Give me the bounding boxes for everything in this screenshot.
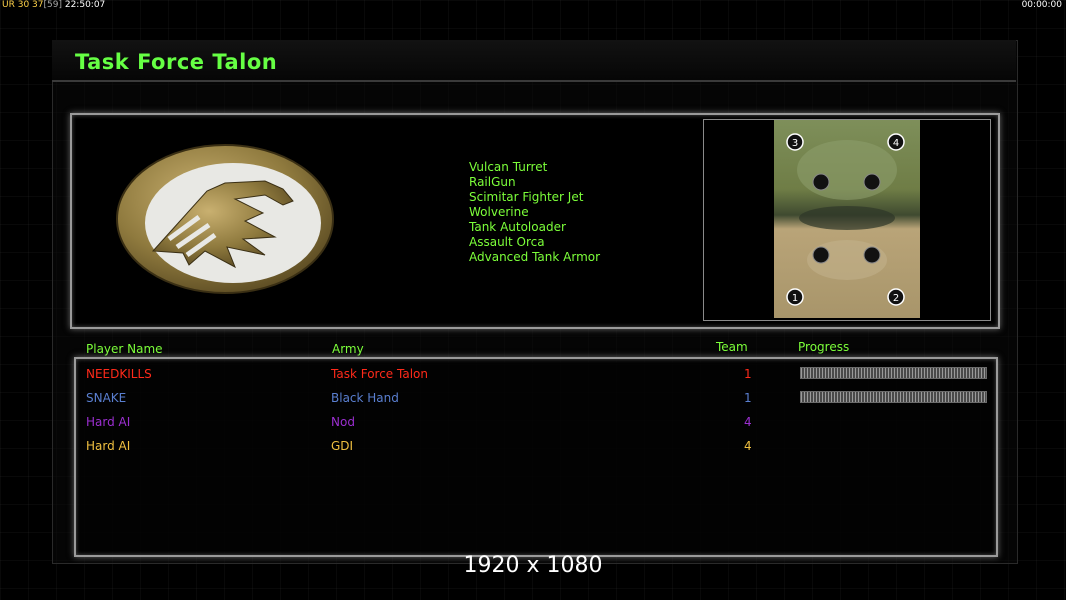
fps-value: 30 bbox=[17, 0, 30, 10]
player-army: Task Force Talon bbox=[331, 367, 428, 381]
debug-overlay: UR 30 37[59] 22:50:07 00:00:00 bbox=[0, 0, 1066, 12]
player-army: Black Hand bbox=[331, 391, 399, 405]
player-team: 1 bbox=[744, 367, 752, 381]
upgrade-item: Scimitar Fighter Jet bbox=[469, 190, 584, 204]
player-army: GDI bbox=[331, 439, 354, 453]
resolution-label: 1920 x 1080 bbox=[463, 553, 603, 578]
upgrade-item: RailGun bbox=[469, 175, 516, 189]
player-team: 4 bbox=[744, 415, 752, 429]
page-title: Task Force Talon bbox=[75, 50, 278, 74]
start-position-2: 2 bbox=[893, 293, 899, 304]
upgrades-list: Vulcan Turret RailGun Scimitar Fighter J… bbox=[469, 160, 600, 265]
loading-progress-bar bbox=[800, 391, 987, 403]
eagle-emblem-icon bbox=[116, 144, 334, 294]
upgrade-item: Vulcan Turret bbox=[469, 160, 548, 174]
map-preview: 3 4 1 2 bbox=[774, 120, 920, 318]
player-team: 1 bbox=[744, 391, 752, 405]
ur-label: UR bbox=[2, 0, 15, 10]
upgrade-item: Advanced Tank Armor bbox=[469, 250, 601, 264]
start-position-1: 1 bbox=[792, 293, 798, 304]
player-name: SNAKE bbox=[86, 391, 127, 405]
player-name: Hard AI bbox=[86, 439, 131, 453]
header-army: Army bbox=[332, 342, 364, 356]
upgrade-item: Assault Orca bbox=[469, 235, 545, 249]
player-army: Nod bbox=[331, 415, 355, 429]
header-progress: Progress bbox=[798, 340, 850, 354]
player-name: Hard AI bbox=[86, 415, 131, 429]
fps-max: [59] bbox=[43, 0, 62, 10]
fps-value-2: 37 bbox=[32, 0, 44, 10]
upgrade-item: Wolverine bbox=[469, 205, 529, 219]
game-timer: 00:00:00 bbox=[1021, 0, 1062, 10]
clock: 22:50:07 bbox=[64, 0, 106, 10]
header-player-name: Player Name bbox=[86, 342, 163, 356]
fps-readout: UR 30 37[59] 22:50:07 bbox=[2, 0, 105, 10]
start-position-4: 4 bbox=[893, 138, 899, 149]
upgrade-item: Tank Autoloader bbox=[469, 220, 566, 234]
player-name: NEEDKILLS bbox=[86, 367, 152, 381]
loading-progress-bar bbox=[800, 367, 987, 379]
players-panel bbox=[74, 357, 998, 557]
start-position-3: 3 bbox=[792, 138, 798, 149]
header-team: Team bbox=[716, 340, 748, 354]
player-team: 4 bbox=[744, 439, 752, 453]
